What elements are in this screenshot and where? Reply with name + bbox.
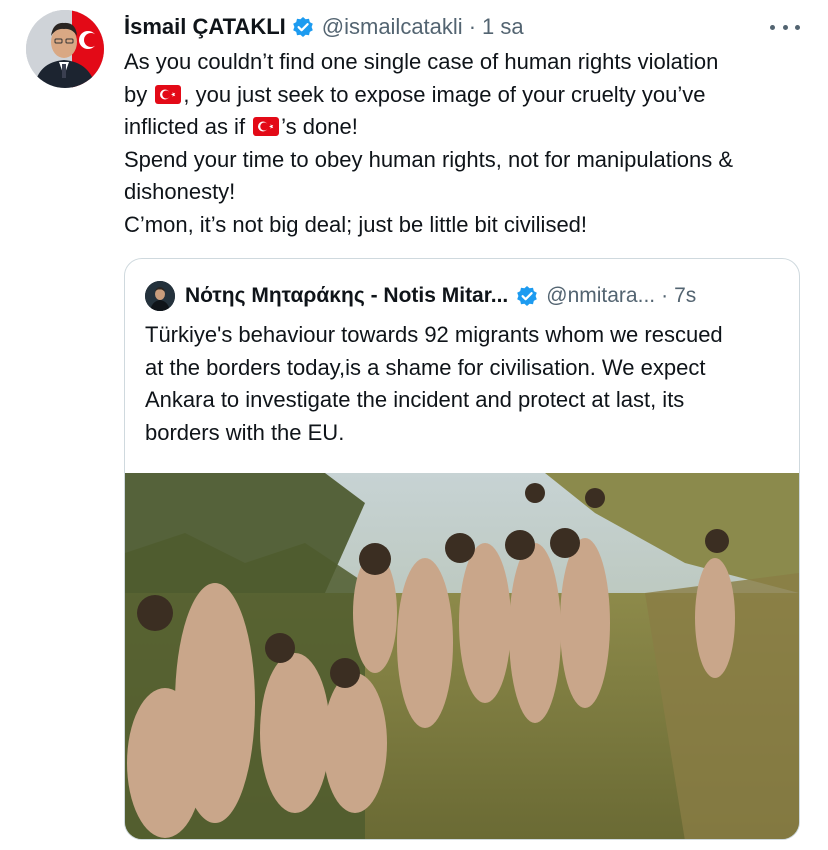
tweet-text: As you couldn’t find one single case of … xyxy=(124,46,804,241)
verified-badge-icon xyxy=(292,16,314,38)
author-handle[interactable]: @ismailcatakli xyxy=(322,14,463,40)
turkey-flag-icon xyxy=(155,84,182,104)
quoted-tweet-timestamp[interactable]: 7s xyxy=(674,284,696,308)
turkey-flag-icon xyxy=(253,117,280,136)
quoted-tweet-card[interactable]: Νότης Μηταράκης - Notis Mitar... @nmitar… xyxy=(124,258,800,840)
tweet-timestamp[interactable]: 1 sa xyxy=(482,14,524,40)
quoted-text-line: borders with the EU. xyxy=(145,419,345,445)
author-avatar[interactable] xyxy=(26,10,104,88)
quoted-tweet-header: Νότης Μηταράκης - Notis Mitar... @nmitar… xyxy=(145,281,696,311)
tweet-text-line: dishonesty! xyxy=(124,179,236,204)
tweet-header: İsmail ÇATAKLI @ismailcatakli · 1 sa xyxy=(124,12,524,42)
separator-dot: · xyxy=(468,14,477,39)
verified-badge-icon xyxy=(516,285,538,307)
quoted-text-line: at the borders today,is a shame for civi… xyxy=(145,354,706,380)
tweet-text-line: Spend your time to obey human rights, no… xyxy=(124,146,734,172)
tweet-text-line: by , you just seek to expose image of yo… xyxy=(124,81,706,107)
quoted-author-name[interactable]: Νότης Μηταράκης - Notis Mitar... xyxy=(185,284,508,308)
quoted-text-line: Ankara to investigate the incident and p… xyxy=(145,387,685,412)
quoted-author-handle[interactable]: @nmitara... xyxy=(546,284,655,308)
author-name[interactable]: İsmail ÇATAKLI xyxy=(124,14,286,40)
quoted-text-line: Türkiye's behaviour towards 92 migrants … xyxy=(145,322,723,347)
quoted-tweet-text: Türkiye's behaviour towards 92 migrants … xyxy=(145,319,785,449)
more-options-icon[interactable] xyxy=(770,16,800,38)
tweet[interactable]: İsmail ÇATAKLI @ismailcatakli · 1 sa As … xyxy=(0,0,828,850)
quoted-author-avatar[interactable] xyxy=(145,281,175,311)
quoted-tweet-photo[interactable] xyxy=(125,473,799,839)
tweet-text-line: As you couldn’t find one single case of … xyxy=(124,49,719,74)
tweet-text-line: inflicted as if ’s done! xyxy=(124,114,358,139)
separator-dot: · xyxy=(661,284,669,307)
tweet-text-line: C’mon, it’s not big deal; just be little… xyxy=(124,211,588,237)
